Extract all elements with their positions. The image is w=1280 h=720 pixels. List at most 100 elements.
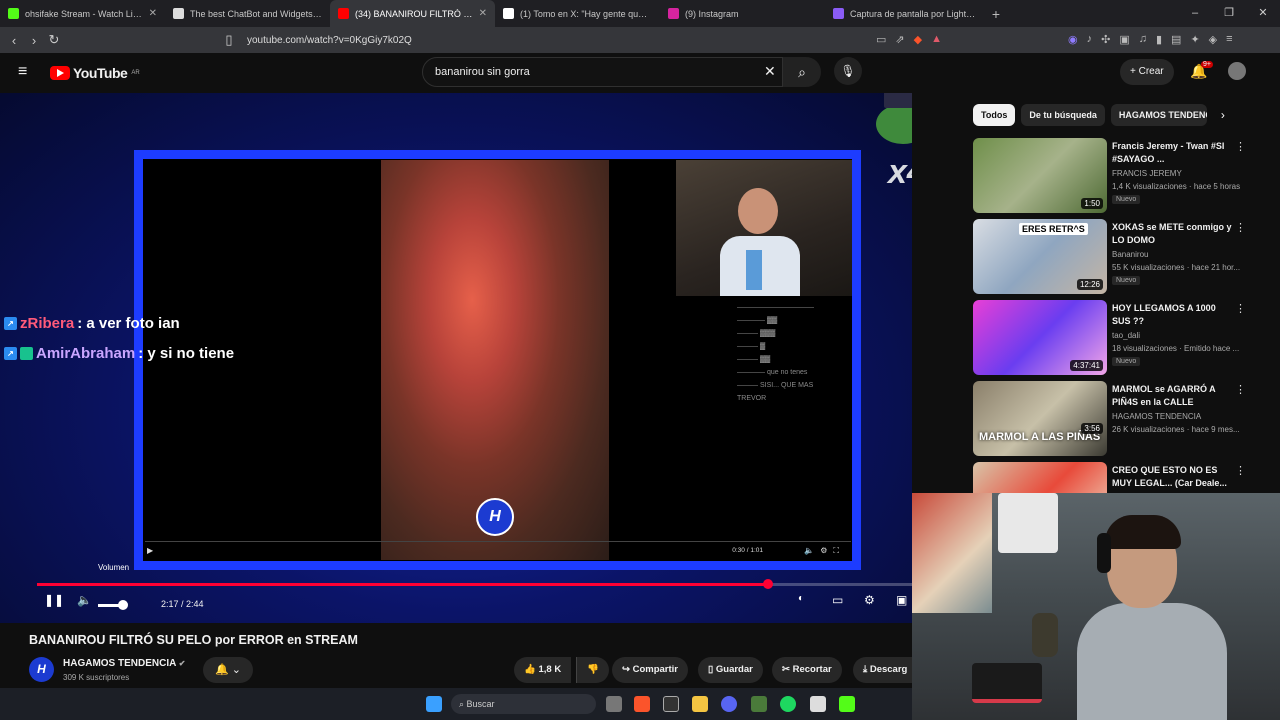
browser-tab-chatbot[interactable]: The best ChatBot and Widgets for Ki [165,0,330,27]
list-item[interactable]: 4:37:41 HOY LLEGAMOS A 1000 SUS ?? tao_d… [973,300,1273,376]
forward-icon[interactable]: › [24,33,44,48]
browser-tab-x[interactable]: (1) Tomo en X: "Hay gente que está p [495,0,660,27]
video-thumbnail[interactable]: MARMOL A LAS PIÑAS 3:56 [973,381,1107,456]
channel-avatar[interactable]: H [29,657,54,682]
streamer-head [738,188,778,234]
list-item[interactable]: CREO QUE ESTO NO ES MUY LEGAL... (Car De… [973,462,1273,493]
more-options-icon[interactable]: ⋮ [1235,302,1246,315]
scrubber-handle[interactable] [762,579,773,589]
task-view-icon[interactable] [606,696,622,712]
video-thumbnail[interactable]: 4:37:41 [973,300,1107,375]
subtitles-icon[interactable]: ▭ [832,593,843,607]
taskbar-search[interactable]: ⌕ Buscar [451,694,596,714]
media-icon[interactable]: ♫ [1139,33,1147,46]
volume-handle[interactable] [118,600,128,610]
list-item[interactable]: ERES RETR^S 12:26 XOKAS se METE conmigo … [973,219,1273,295]
rewards-icon[interactable]: ▲ [931,33,942,46]
rec-channel[interactable]: tao_dali [1112,331,1140,340]
share-icon[interactable]: ⇗ [895,33,904,46]
discord-icon[interactable] [721,696,737,712]
rec-meta: 1,4 K visualizaciones · hace 5 horas [1112,182,1241,191]
video-thumbnail[interactable] [973,462,1107,493]
subscription-bell-button[interactable]: 🔔 ⌄ [203,657,253,683]
video-thumbnail[interactable]: 1:50 [973,138,1107,213]
share-button[interactable]: ↪ Compartir [612,657,689,683]
obs-icon[interactable] [663,696,679,712]
rec-title[interactable]: XOKAS se METE conmigo y LO DOMO [1112,221,1232,247]
more-options-icon[interactable]: ⋮ [1235,140,1246,153]
close-icon[interactable]: ✕ [149,8,157,19]
new-tab-button[interactable]: + [985,6,1007,22]
wallet-icon[interactable]: ▤ [1171,33,1181,46]
close-icon[interactable]: ✕ [479,8,487,19]
extension-icon[interactable]: ◉ [1068,33,1078,46]
bookmark-icon[interactable]: ▯ [219,32,239,48]
more-options-icon[interactable]: ⋮ [1235,221,1246,234]
voice-search-button[interactable]: 🎙 [834,57,862,85]
menu-icon[interactable]: ≡ [1226,33,1232,46]
create-button[interactable]: + Crear [1120,59,1174,85]
video-player[interactable]: ——————————— ———— ▓▓ ——— ▓▓▓ ——— ▓ ——— ▓▓ ———… [0,93,912,623]
reload-icon[interactable]: ↻ [44,32,64,48]
channel-name[interactable]: HAGAMOS TENDENCIA ✔ [63,658,185,669]
search-input[interactable]: bananirou sin gorra [422,57,783,87]
rec-title[interactable]: CREO QUE ESTO NO ES MUY LEGAL... (Car De… [1112,464,1232,490]
close-window-button[interactable]: ✕ [1246,0,1280,27]
windows-start-icon[interactable] [426,696,442,712]
brave-shield-icon[interactable]: ◆ [914,33,922,46]
dislike-button[interactable]: 👎 [576,657,609,683]
pause-button[interactable]: ❚❚ [44,593,64,607]
chevron-right-icon[interactable]: › [1221,108,1225,122]
audio-icon[interactable]: ♪ [1087,33,1093,46]
more-options-icon[interactable]: ⋮ [1235,464,1246,477]
maximize-button[interactable]: ❐ [1212,0,1246,27]
like-count: 1,8 K [538,664,562,675]
rec-channel[interactable]: Bananirou [1112,250,1148,259]
volume-icon[interactable]: 🔈 [77,593,92,607]
search-button[interactable]: ⌕ [783,57,821,87]
avatar[interactable] [1228,62,1246,80]
like-button[interactable]: 👍 1,8 K [514,657,572,683]
browser-tab-instagram[interactable]: (9) Instagram [660,0,825,27]
miniplayer-icon[interactable]: ▣ [896,593,907,607]
browser-tab-youtube[interactable]: (34) BANANIROU FILTRÓ SU ✕ [330,0,495,27]
spotify-icon[interactable] [780,696,796,712]
list-item[interactable]: MARMOL A LAS PIÑAS 3:56 MARMOL se AGARRÓ… [973,381,1273,457]
url-field[interactable]: youtube.com/watch?v=0KgGiy7k02Q [247,35,412,46]
rec-channel[interactable]: FRANCIS JEREMY [1112,169,1182,178]
cast-icon[interactable]: ▭ [876,33,886,46]
chip-related[interactable]: De tu búsqueda [1021,104,1105,126]
youtube-logo[interactable]: YouTube AR [50,65,140,81]
list-item[interactable]: 1:50 Francis Jeremy - Twan #SI #SAYAGO .… [973,138,1273,214]
back-icon[interactable]: ‹ [4,33,24,48]
rec-channel[interactable]: HAGAMOS TENDENCIA [1112,412,1201,421]
vpn-icon[interactable]: ◈ [1209,33,1217,46]
brave-browser-icon[interactable] [634,696,650,712]
save-button[interactable]: ▯ Guardar [698,657,763,683]
capcut-icon[interactable] [810,696,826,712]
download-button[interactable]: ⤓ Descarg [853,657,912,683]
autoplay-toggle[interactable]: ◐ [798,593,804,604]
settings-gear-icon[interactable]: ⚙ [864,593,875,607]
screenshot-icon[interactable]: ▣ [1119,33,1129,46]
sidebar-icon[interactable]: ▮ [1156,33,1162,46]
kick-icon[interactable] [839,696,855,712]
leo-icon[interactable]: ✦ [1190,33,1199,46]
file-explorer-icon[interactable] [692,696,708,712]
puzzle-icon[interactable]: ✣ [1101,33,1110,46]
clear-search-icon[interactable]: ✕ [764,63,776,80]
hamburger-menu-icon[interactable]: ≡ [18,63,27,81]
browser-tab-kick[interactable]: ohsifake Stream - Watch Live on ✕ [0,0,165,27]
rec-title[interactable]: HOY LLEGAMOS A 1000 SUS ?? [1112,302,1232,328]
rec-title[interactable]: MARMOL se AGARRÓ A PIÑ4S en la CALLE [1112,383,1232,409]
minecraft-icon[interactable] [751,696,767,712]
rec-title[interactable]: Francis Jeremy - Twan #SI #SAYAGO ... [1112,140,1232,166]
more-options-icon[interactable]: ⋮ [1235,383,1246,396]
chip-all[interactable]: Todos [973,104,1016,126]
progress-bar[interactable] [37,579,912,589]
video-thumbnail[interactable]: ERES RETR^S 12:26 [973,219,1107,294]
clip-button[interactable]: ✂ Recortar [772,657,842,683]
browser-tab-lightshot[interactable]: Captura de pantalla por Lightshot [825,0,985,27]
minimize-button[interactable]: – [1178,0,1212,27]
chip-channel[interactable]: HAGAMOS TENDENC [1110,104,1207,126]
